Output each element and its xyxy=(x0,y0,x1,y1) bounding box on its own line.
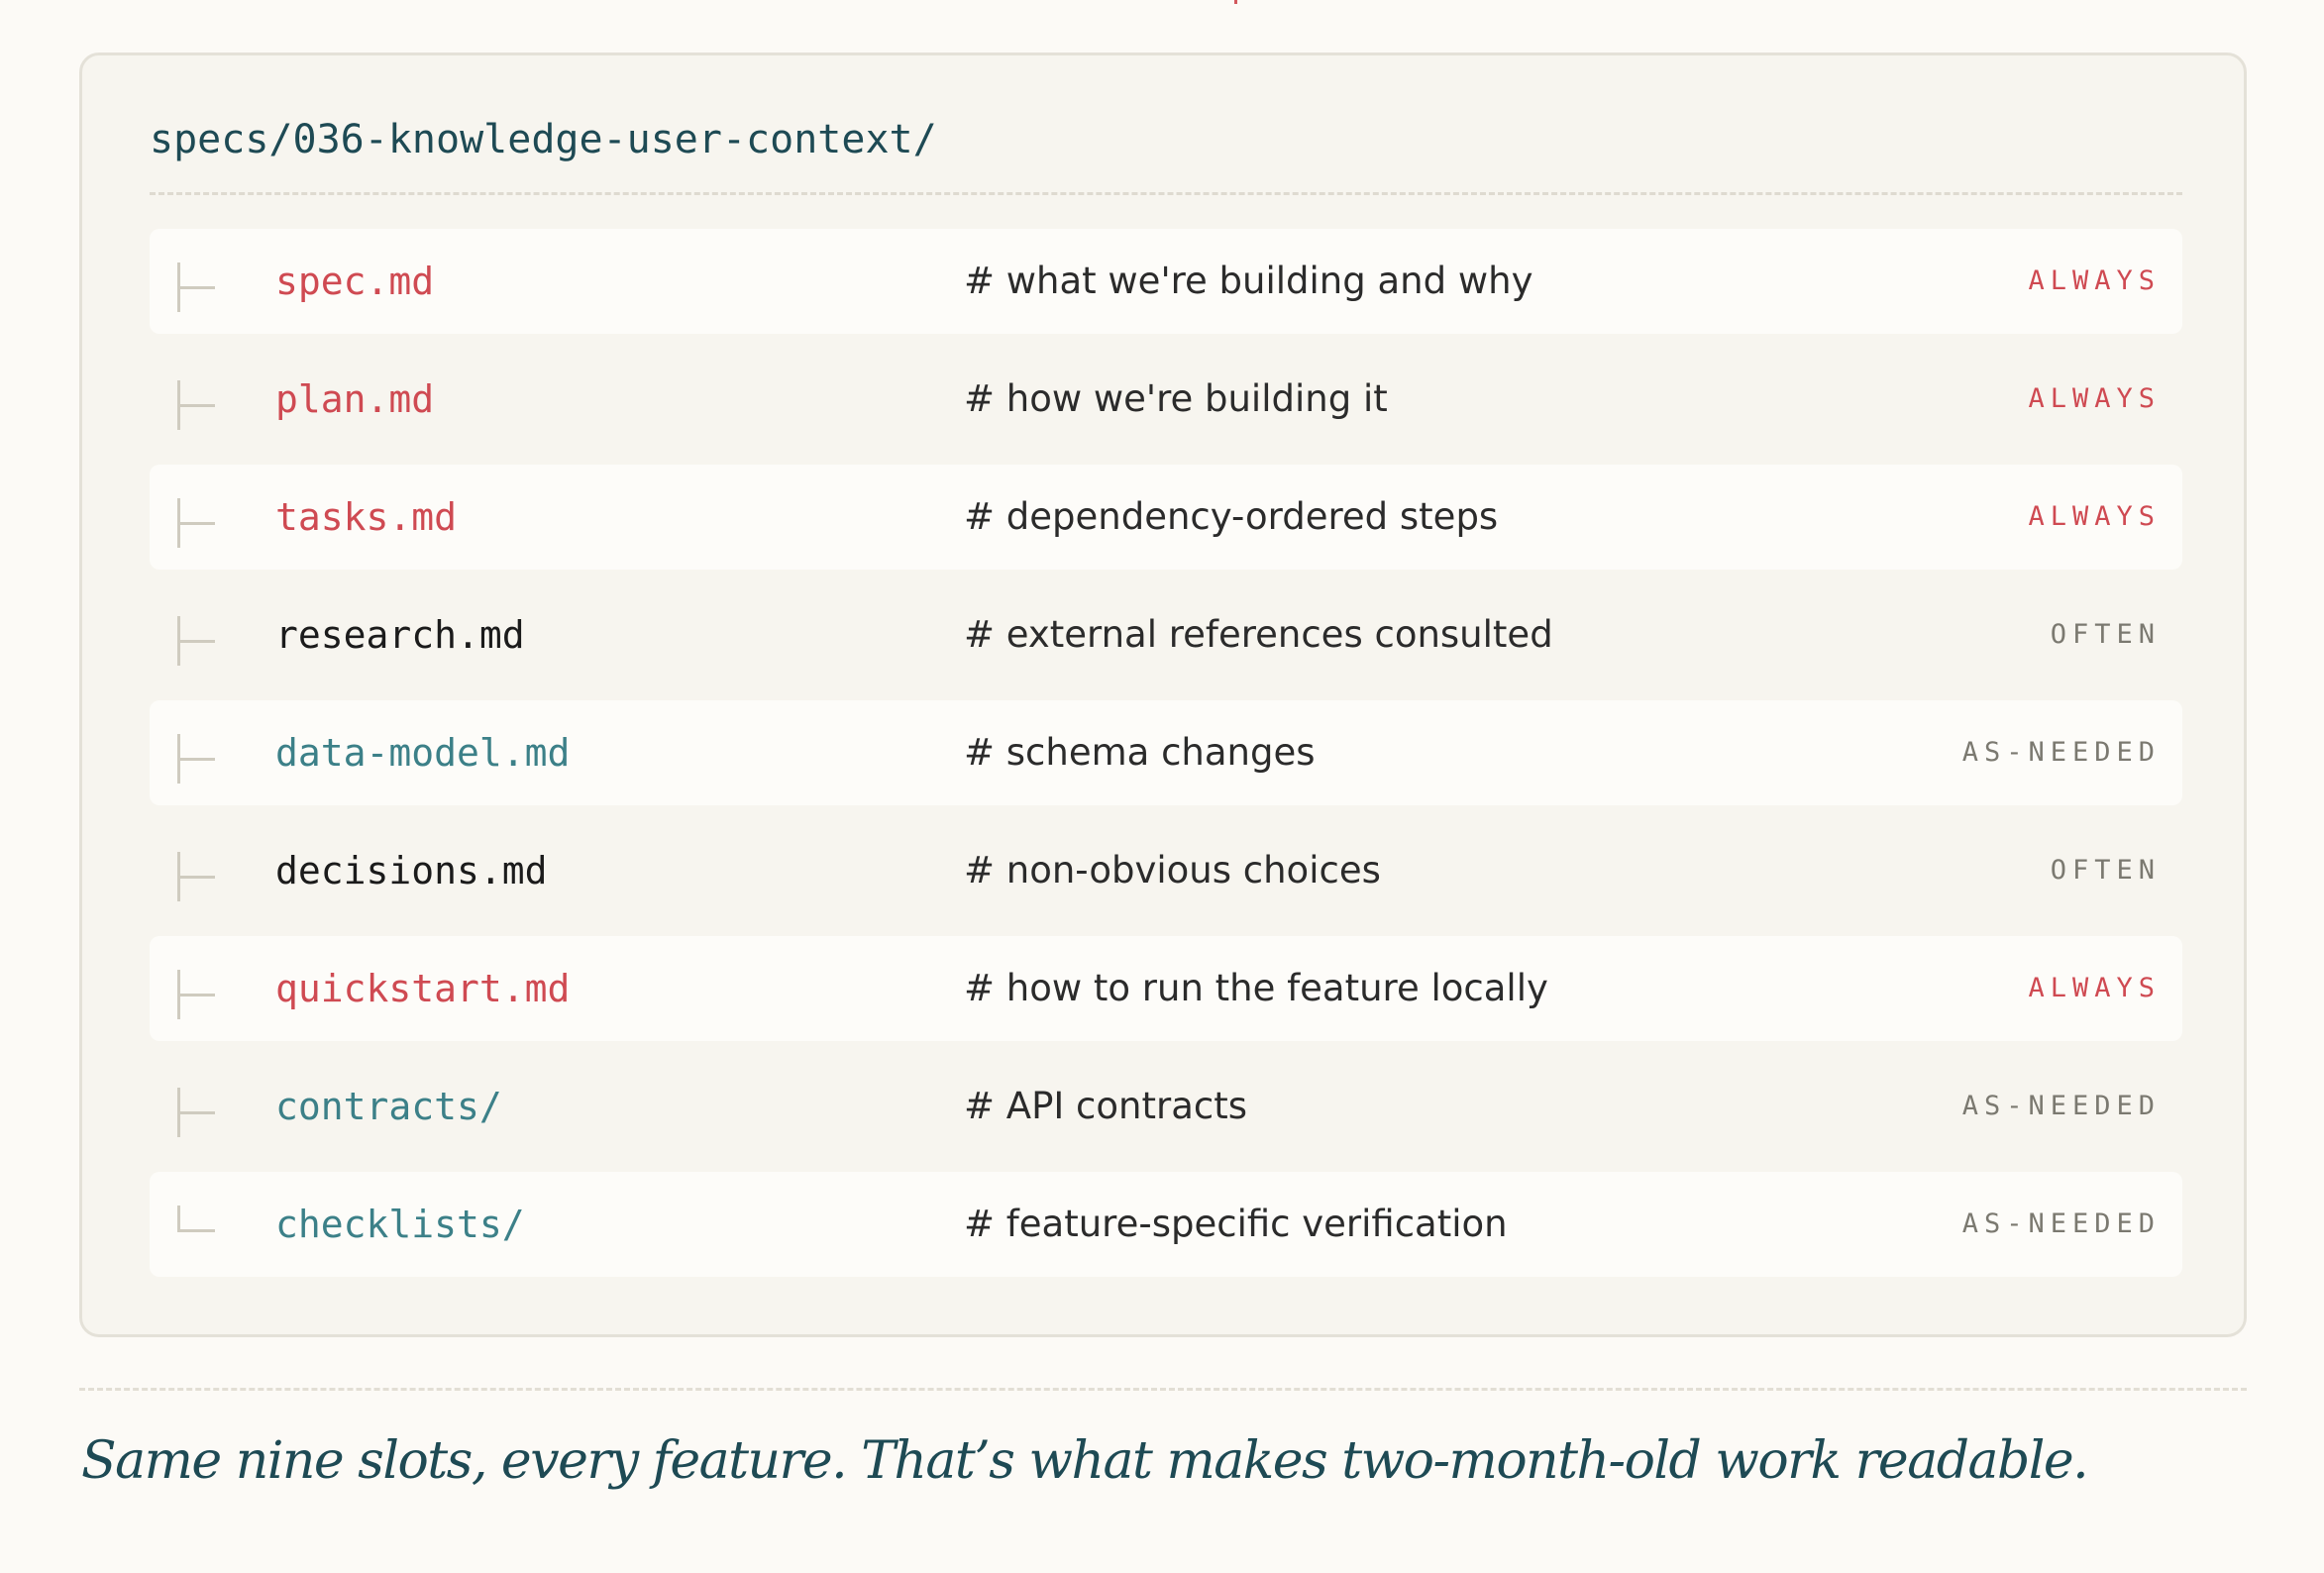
tree-branch-icon xyxy=(177,616,217,666)
tree-branch-icon xyxy=(177,734,217,784)
file-list: spec.md # what we're building and why ALWA… xyxy=(150,229,2182,1290)
file-name[interactable]: research.md xyxy=(275,612,525,658)
file-row[interactable]: checklists/ # feature-specific verificati… xyxy=(150,1172,2182,1277)
file-row[interactable]: contracts/ # API contracts AS-NEEDED xyxy=(150,1054,2182,1159)
tree-branch-icon xyxy=(177,1088,217,1137)
section-divider xyxy=(79,1388,2247,1391)
tree-branch-icon xyxy=(177,970,217,1019)
file-row[interactable]: tasks.md # dependency-ordered steps ALWAYS xyxy=(150,465,2182,570)
file-comment: # API contracts xyxy=(964,1085,1248,1127)
file-comment: # dependency-ordered steps xyxy=(964,495,1499,538)
file-name[interactable]: tasks.md xyxy=(275,494,457,540)
frequency-badge: AS-NEEDED xyxy=(1961,1091,2161,1121)
file-row[interactable]: data-model.md # schema changes AS-NEEDED xyxy=(150,700,2182,805)
tree-branch-icon xyxy=(177,498,217,548)
file-name[interactable]: checklists/ xyxy=(275,1202,525,1247)
file-row[interactable]: decisions.md # non-obvious choices OFTEN xyxy=(150,818,2182,923)
file-comment: # external references consulted xyxy=(964,613,1553,656)
file-comment: # what we're building and why xyxy=(964,260,1533,302)
file-name[interactable]: plan.md xyxy=(275,376,434,422)
file-comment: # feature-specific verification xyxy=(964,1203,1508,1245)
tree-branch-icon xyxy=(177,262,217,312)
file-name[interactable]: data-model.md xyxy=(275,730,570,776)
file-comment: # how we're building it xyxy=(964,377,1388,420)
file-name[interactable]: quickstart.md xyxy=(275,966,570,1011)
frequency-badge: ALWAYS xyxy=(2028,501,2161,532)
file-row[interactable]: spec.md # what we're building and why ALWA… xyxy=(150,229,2182,334)
decorative-tick xyxy=(1228,0,1237,4)
caption: Same nine slots, every feature. That’s w… xyxy=(81,1431,2089,1491)
file-comment: # non-obvious choices xyxy=(964,849,1381,891)
frequency-badge: OFTEN xyxy=(2050,855,2161,886)
file-tree-card: specs/036-knowledge-user-context/ spec.m… xyxy=(79,52,2247,1337)
file-name[interactable]: contracts/ xyxy=(275,1084,502,1129)
file-comment: # how to run the feature locally xyxy=(964,967,1548,1009)
file-row[interactable]: research.md # external references consult… xyxy=(150,582,2182,687)
file-comment: # schema changes xyxy=(964,731,1316,774)
tree-branch-icon xyxy=(177,380,217,430)
directory-path: specs/036-knowledge-user-context/ xyxy=(150,117,937,162)
tree-branch-icon xyxy=(177,852,217,901)
frequency-badge: ALWAYS xyxy=(2028,265,2161,296)
file-row[interactable]: quickstart.md # how to run the feature lo… xyxy=(150,936,2182,1041)
frequency-badge: ALWAYS xyxy=(2028,973,2161,1003)
file-row[interactable]: plan.md # how we're building it ALWAYS xyxy=(150,347,2182,452)
tree-end-icon xyxy=(177,1206,217,1255)
frequency-badge: OFTEN xyxy=(2050,619,2161,650)
frequency-badge: AS-NEEDED xyxy=(1961,1208,2161,1239)
card-divider xyxy=(150,192,2182,195)
file-name[interactable]: spec.md xyxy=(275,259,434,304)
frequency-badge: ALWAYS xyxy=(2028,383,2161,414)
frequency-badge: AS-NEEDED xyxy=(1961,737,2161,768)
file-name[interactable]: decisions.md xyxy=(275,848,548,893)
